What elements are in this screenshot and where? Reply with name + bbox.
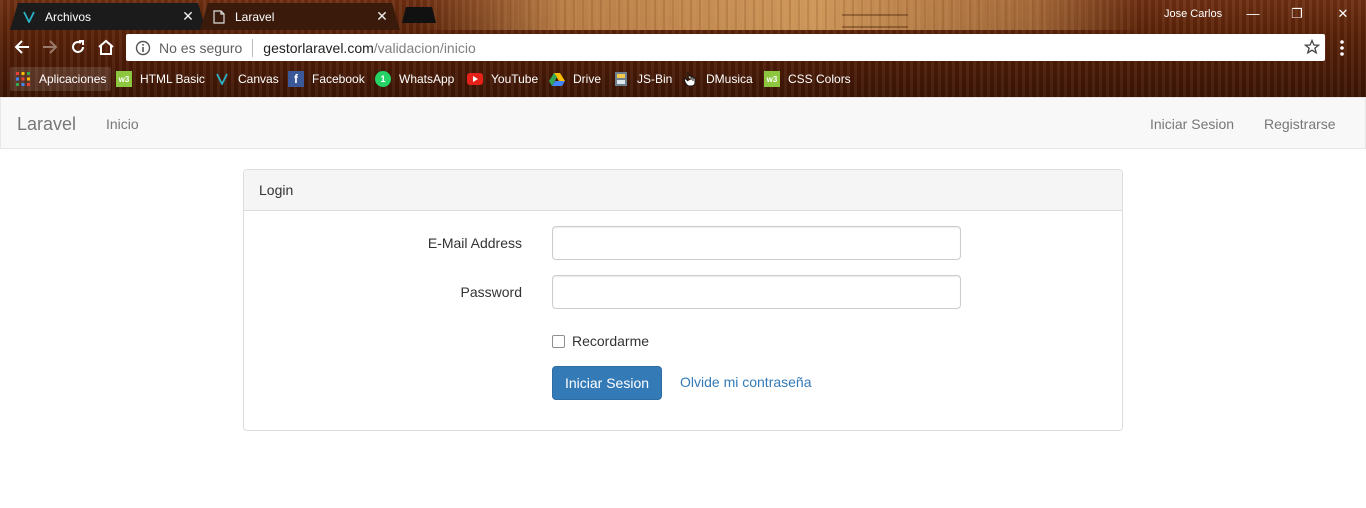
apps-grid-icon [15,71,31,87]
tab-title: Archivos [45,9,92,24]
bookmark-js-bin[interactable]: JS-Bin [608,67,677,91]
bookmark-youtube[interactable]: YouTube [462,67,543,91]
bookmark-whatsapp[interactable]: 1 WhatsApp [370,67,459,91]
remember-checkbox[interactable] [552,335,565,348]
forgot-password-link[interactable]: Olvide mi contraseña [680,374,812,390]
more-menu-icon[interactable] [1338,39,1346,57]
bookmarks-bar: Aplicaciones w3 HTML Basic Canvas f Face… [0,64,1366,94]
bookmark-label: YouTube [491,72,539,86]
nav-link-registrarse[interactable]: Registrarse [1264,116,1336,132]
address-bar[interactable]: No es seguro gestorlaravel.com/validacio… [126,34,1325,61]
bookmark-dmusica[interactable]: DMusica [677,67,758,91]
bookmark-label: HTML Basic [140,72,205,86]
login-panel: Login E-Mail Address Password Recordarme… [243,169,1123,431]
star-icon[interactable] [1303,38,1321,55]
bookmark-label: Aplicaciones [39,72,107,86]
new-tab-button[interactable] [402,7,436,23]
bookmark-css-colors[interactable]: w3 CSS Colors [759,67,856,91]
nav-link-inicio[interactable]: Inicio [106,116,139,132]
minimize-button[interactable]: — [1238,4,1268,24]
back-arrow-icon[interactable] [10,35,34,59]
reload-icon[interactable] [66,35,90,59]
panel-heading: Login [244,170,1122,211]
url-path: /validacion/inicio [373,39,476,56]
password-field[interactable] [552,275,961,309]
close-icon[interactable]: ✕ [374,8,390,25]
bookmark-label: JS-Bin [637,72,673,86]
remember-label[interactable]: Recordarme [572,333,649,349]
home-icon[interactable] [94,35,118,59]
window-close-button[interactable]: ✕ [1328,4,1358,24]
bookmark-label: DMusica [706,72,753,86]
bookmark-label: WhatsApp [399,72,455,86]
theme-artwork [420,0,1140,30]
toolbar: No es seguro gestorlaravel.com/validacio… [0,33,1366,62]
vuejs-v-icon [22,10,36,24]
close-icon[interactable]: ✕ [180,8,196,25]
w3schools-icon: w3 [764,71,780,87]
divider [252,38,254,57]
bookmark-html-basic[interactable]: w3 HTML Basic [111,67,210,91]
email-field[interactable] [552,226,961,260]
theme-logo [842,14,908,28]
tab-laravel[interactable]: Laravel ✕ [200,3,400,30]
canvas-v-icon [214,71,230,87]
login-submit-button[interactable]: Iniciar Sesion [552,366,662,400]
w3schools-icon: w3 [116,71,132,87]
forward-arrow-icon[interactable] [38,35,62,59]
hand-cursor-icon [682,71,698,87]
bookmark-drive[interactable]: Drive [544,67,606,91]
bookmark-label: Facebook [312,72,365,86]
brand-link[interactable]: Laravel [17,114,76,135]
restore-button[interactable]: ❐ [1282,4,1312,24]
bookmark-canvas[interactable]: Canvas [209,67,284,91]
drive-icon [549,71,565,87]
password-label: Password [460,284,522,300]
security-label: No es seguro [159,39,243,56]
profile-name[interactable]: Jose Carlos [1164,8,1222,20]
bookmark-label: Canvas [238,72,279,86]
url-host: gestorlaravel.com [263,39,374,56]
app-navbar: Laravel Inicio Iniciar Sesion Registrars… [0,97,1366,149]
bookmark-label: CSS Colors [788,72,851,86]
info-icon[interactable] [135,40,151,56]
jsbin-icon [613,71,629,87]
bookmark-facebook[interactable]: f Facebook [283,67,370,91]
email-label: E-Mail Address [427,235,522,251]
browser-chrome: Archivos ✕ Laravel ✕ Jose Carlos — ❐ ✕ N… [0,0,1366,97]
tab-archivos[interactable]: Archivos ✕ [10,3,206,30]
youtube-icon [467,71,483,87]
whatsapp-icon: 1 [375,71,391,87]
nav-link-iniciar-sesion[interactable]: Iniciar Sesion [1150,116,1234,132]
tab-title: Laravel [235,9,275,24]
bookmark-label: Drive [573,72,602,86]
page-icon [212,9,226,24]
facebook-icon: f [288,71,304,87]
bookmark-aplicaciones[interactable]: Aplicaciones [10,67,112,91]
